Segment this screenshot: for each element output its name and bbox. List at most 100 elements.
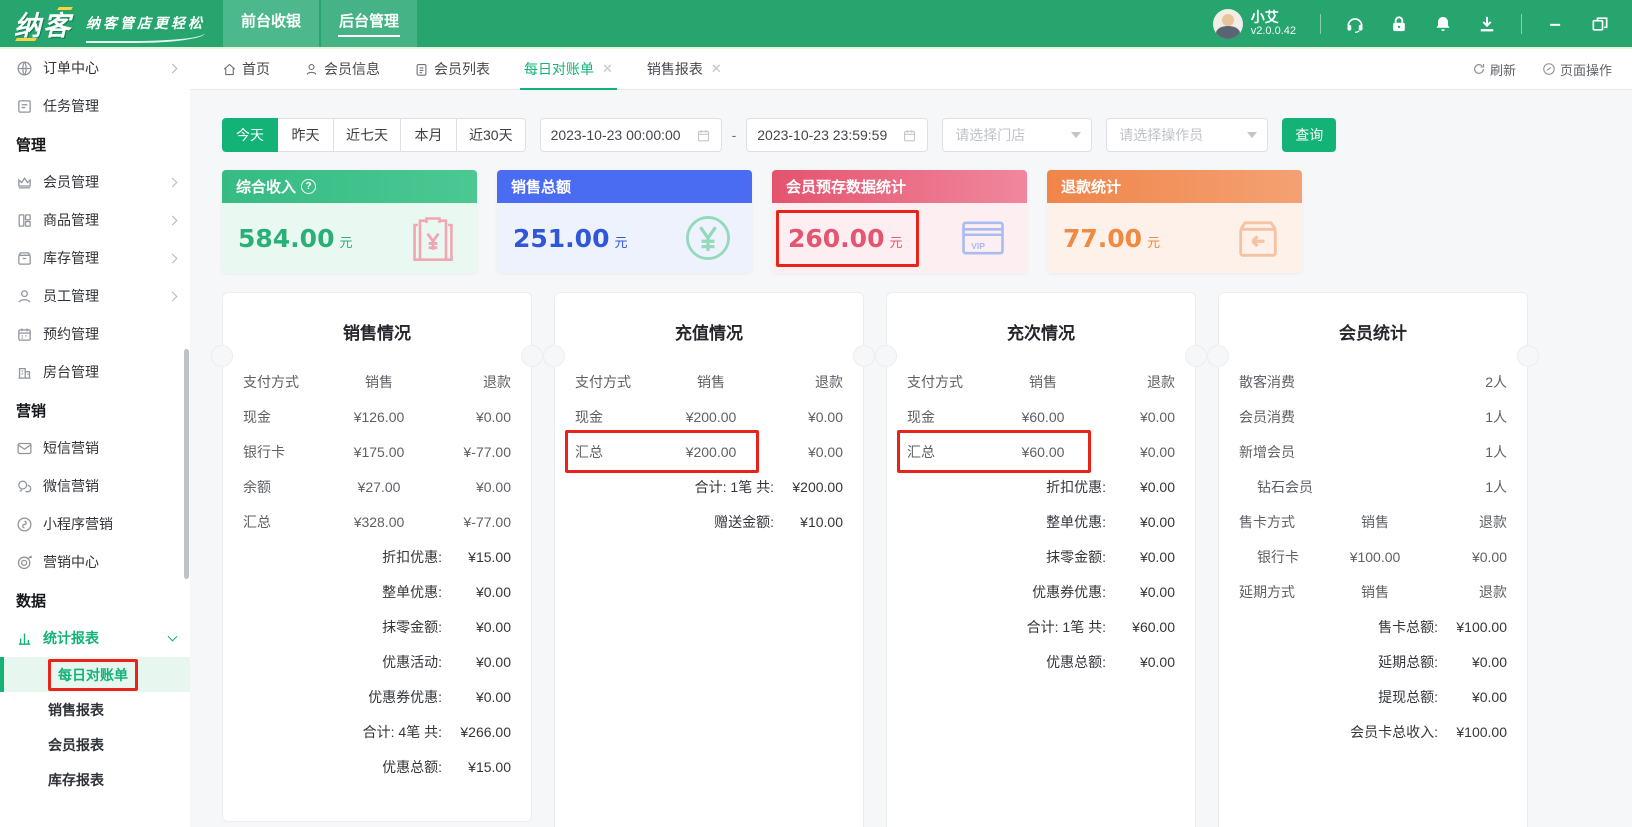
summary-row: 抹零金额: ¥0.00 [382,618,511,635]
tab-home[interactable]: 首页 [222,49,270,90]
quick-range-last30days[interactable]: 近30天 [457,118,526,152]
headset-icon[interactable] [1345,14,1365,34]
store-select[interactable]: 请选择门店 [942,118,1093,152]
sidebar-item-label: 库存管理 [43,250,99,266]
sidebar-item-marketing-center[interactable]: 营销中心 [0,543,190,581]
sidebar-subitem-daily-reconciliation[interactable]: 每日对账单 [0,657,190,692]
sidebar-item-member-management[interactable]: 会员管理 [0,163,190,201]
sidebar-item-miniprogram-marketing[interactable]: 小程序营销 [0,505,190,543]
chevron-right-icon [167,177,178,187]
tab-member-info[interactable]: 会员信息 [304,49,380,90]
tab-sales-report[interactable]: 销售报表 ✕ [647,49,722,90]
date-to-input[interactable]: 2023-10-23 23:59:59 [746,118,929,152]
nav-backend-label: 后台管理 [338,13,399,30]
quick-range-yesterday[interactable]: 昨天 [278,118,334,152]
panel-title: 销售情况 [343,324,411,343]
sidebar-item-wechat-marketing[interactable]: 微信营销 [0,467,190,505]
stat-card-title: 综合收入 [236,179,297,196]
notch [1185,345,1207,367]
sidebar-subitem-inventory-report[interactable]: 库存报表 [0,762,190,797]
sidebar-item-label: 统计报表 [43,630,99,646]
col-refund: 退款 [483,373,511,390]
crown-icon [18,176,31,188]
stat-card-body: 584.00 元 [222,203,477,273]
notch [853,345,875,367]
chevron-right-icon [167,253,178,263]
member-stat-row: 散客消费 2人 [1239,373,1507,390]
panel-recharge-situation: 充值情况 支付方式 销售 退款 现金 ¥200.00 ¥0.00 汇总 ¥200.00… [543,292,875,827]
sidebar-item-goods-management[interactable]: 商品管理 [0,201,190,239]
user-icon [306,63,317,75]
quick-range-thismonth[interactable]: 本月 [401,118,457,152]
inventory-icon [18,251,31,265]
sidebar-item-staff-management[interactable]: 员工管理 [0,277,190,315]
sidebar-item-room-management[interactable]: 房台管理 [0,353,190,391]
refund-icon [1239,221,1277,257]
miniprogram-icon [17,516,32,532]
operator-select[interactable]: 请选择操作员 [1106,118,1269,152]
restore-icon[interactable] [1590,14,1610,34]
report-panels: 销售情况 支付方式 销售 退款 现金 ¥126.00 ¥0.00 银行卡 ¥175.0… [211,292,1539,827]
globe-icon [17,60,32,76]
close-icon[interactable]: ✕ [711,61,722,77]
nav-backend-management[interactable]: 后台管理 [321,0,417,47]
sidebar-item-order-center[interactable]: 订单中心 [0,49,190,87]
download-icon[interactable] [1477,14,1497,34]
tab-member-list[interactable]: 会员列表 [414,49,490,90]
notch [543,345,565,367]
sidebar-item-task-management[interactable]: 任务管理 [0,87,190,125]
chevron-down-icon [167,631,178,641]
sidebar-item-inventory-management[interactable]: 库存管理 [0,239,190,277]
red-annotation-box: 每日对账单 [48,658,138,691]
quick-range-today[interactable]: 今天 [222,118,278,152]
member-stat-row: 会员消费 1人 [1239,408,1507,425]
tab-daily-reconciliation[interactable]: 每日对账单 ✕ [520,49,617,90]
divider [1521,13,1522,34]
chart-icon [18,633,31,645]
staff-icon [18,289,31,303]
stat-unit: 元 [889,234,903,250]
stat-card-total-income: 综合收入 ? 584.00 元 [222,170,477,273]
app-header: 纳客 纳客管店更轻松 前台收银 后台管理 小艾 v2.0.0.42 [0,0,1632,47]
nav-frontdesk-cashier[interactable]: 前台收银 [223,0,319,47]
stat-cards: 综合收入 ? 584.00 元 销售总额 251.00 元 会员预存数据统计 2… [222,170,1302,273]
sidebar-item-statistics-reports[interactable]: 统计报表 [0,619,190,657]
user-block[interactable]: 小艾 v2.0.0.42 [1212,8,1296,39]
stat-card-title: 会员预存数据统计 [786,179,907,196]
sidebar-scrollbar[interactable] [184,349,189,579]
sidebar-item-label: 会员管理 [43,174,99,190]
quick-range-last7days[interactable]: 近七天 [334,118,401,152]
refresh-button[interactable]: 刷新 [1472,60,1516,79]
page-operations-button[interactable]: 页面操作 [1542,60,1612,79]
bell-icon[interactable] [1433,14,1453,34]
stat-card-total-sales: 销售总额 251.00 元 [497,170,752,273]
calendar-icon [697,129,709,141]
tab-label: 会员列表 [434,61,490,77]
page-operations-icon [1543,63,1555,75]
table-row: 现金 ¥200.00 ¥0.00 [575,408,843,425]
table-header: 支付方式 销售 退款 [907,373,1175,390]
sidebar-subitem-sales-report[interactable]: 销售报表 [0,692,190,727]
logo-text: 纳客 [14,4,73,43]
minimize-icon[interactable] [1546,14,1566,34]
sidebar-item-sms-marketing[interactable]: 短信营销 [0,429,190,467]
summary-row: 折扣优惠: ¥15.00 [382,548,511,565]
help-icon[interactable]: ? [301,179,317,194]
date-range-separator: - [731,127,737,143]
sidebar-subitem-member-report[interactable]: 会员报表 [0,727,190,762]
panel-title: 充值情况 [675,324,743,343]
sidebar-item-label: 小程序营销 [43,516,113,532]
date-from-input[interactable]: 2023-10-23 00:00:00 [539,118,722,152]
vip-card-icon: VIP [962,221,1004,255]
caret-down-icon [1071,132,1082,138]
home-icon [223,63,236,75]
stat-card-body: 260.00 元 VIP [772,203,1027,273]
page-operations-label: 页面操作 [1560,62,1613,78]
list-icon [416,63,427,76]
sidebar-item-booking-management[interactable]: 预约管理 [0,315,190,353]
lock-icon[interactable] [1389,14,1409,34]
close-icon[interactable]: ✕ [602,61,613,77]
sidebar-subitem-label: 每日对账单 [58,666,128,683]
table-header: 支付方式 销售 退款 [575,373,843,390]
search-button[interactable]: 查询 [1282,118,1337,152]
